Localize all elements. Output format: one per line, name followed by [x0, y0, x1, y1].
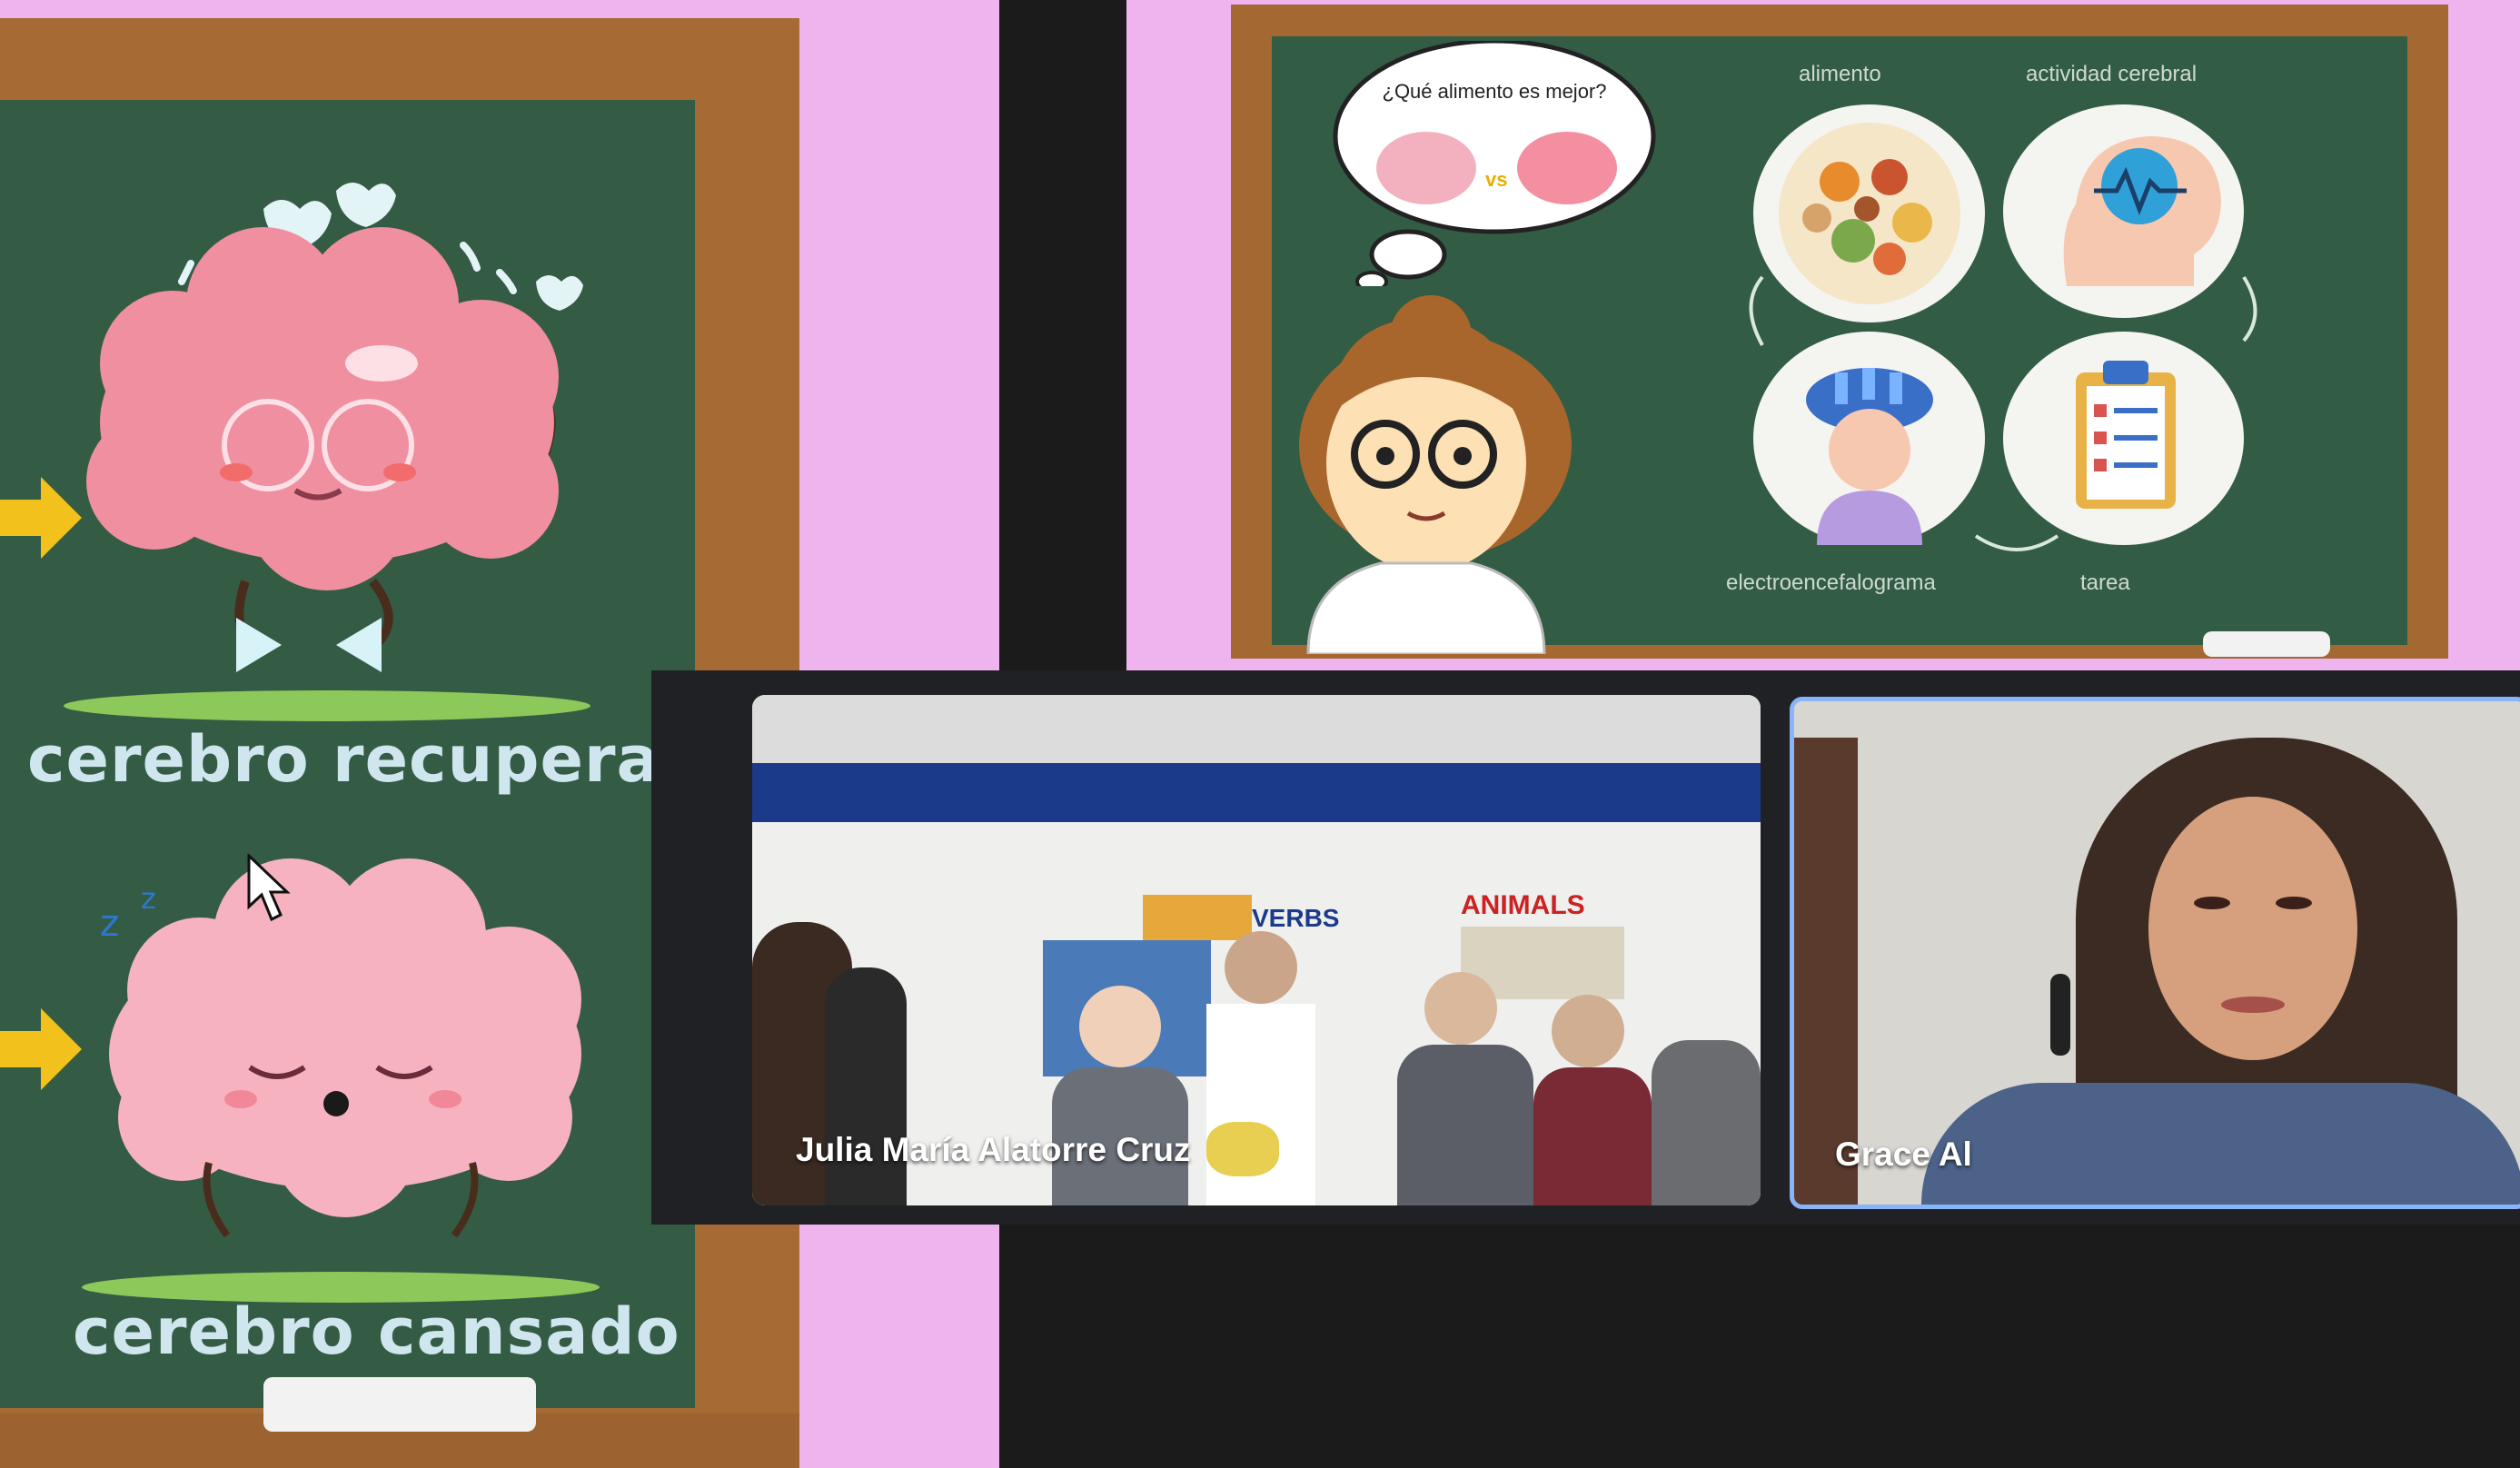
brain-activity-icon [2003, 104, 2244, 318]
student [1533, 1067, 1652, 1205]
headset-icon [2050, 974, 2070, 1056]
happy-brain-illustration [86, 183, 583, 672]
student [825, 967, 907, 1205]
participant-tile-grace[interactable]: Grace Al [1790, 697, 2520, 1209]
eeg-icon [1753, 332, 1985, 545]
ceiling [752, 695, 1761, 763]
participant-name-grace: Grace Al [1835, 1136, 1972, 1173]
speech-bubble-text: ¿Qué alimento es mejor? [1382, 80, 1607, 103]
student [1652, 1040, 1761, 1205]
label-alimento: alimento [1799, 62, 1881, 86]
cycle-arrow-icon [2242, 275, 2257, 342]
sweater [1921, 1083, 2520, 1205]
teacher-illustration [1299, 295, 1572, 654]
svg-text:vs: vs [1485, 168, 1507, 191]
poster-animals: ANIMALS [1461, 890, 1585, 920]
svg-text:z: z [100, 903, 119, 945]
mouth [2221, 997, 2285, 1013]
clipboard-icon [2003, 332, 2244, 545]
student [1397, 1045, 1533, 1205]
thought-bubble: vs [1333, 41, 1656, 286]
eraser [2203, 631, 2330, 657]
label-cerebro-recuperado: cerebro recuperado [27, 722, 751, 797]
participant-tile-julia[interactable]: VERBS ANIMALS Julia María Alatorre Cruz [752, 695, 1761, 1205]
teacher-face [1225, 931, 1297, 1004]
wall-stripe [752, 763, 1761, 822]
label-actividad-cerebral: actividad cerebral [2026, 62, 2198, 86]
cycle-arrow-icon [1974, 534, 2059, 551]
tired-brain-illustration: z z z [100, 858, 581, 1238]
eraser [263, 1377, 536, 1432]
shared-slide-right: vs ¿Qué alimento es mejor? alimento acti… [1126, 0, 2520, 672]
label-cerebro-cansado: cerebro cansado [73, 1294, 680, 1369]
face [2148, 797, 2357, 1060]
label-electroencefalograma: electroencefalograma [1726, 570, 1936, 595]
svg-text:z: z [141, 881, 156, 916]
teacher [1206, 1004, 1315, 1205]
poster [1143, 895, 1252, 940]
eye [2276, 897, 2312, 909]
grass-platform [64, 690, 590, 721]
student-face [1424, 972, 1497, 1045]
eye [2194, 897, 2230, 909]
mouse-cursor-icon [247, 854, 291, 922]
food-icon [1753, 104, 1985, 322]
door-frame [1794, 738, 1858, 1205]
label-tarea: tarea [2080, 570, 2130, 595]
yellow-object [1206, 1122, 1279, 1176]
cycle-arrow-icon [1749, 275, 1764, 346]
student-face [1552, 995, 1624, 1067]
student-face [1079, 986, 1161, 1067]
participant-name-julia: Julia María Alatorre Cruz [796, 1131, 1191, 1168]
